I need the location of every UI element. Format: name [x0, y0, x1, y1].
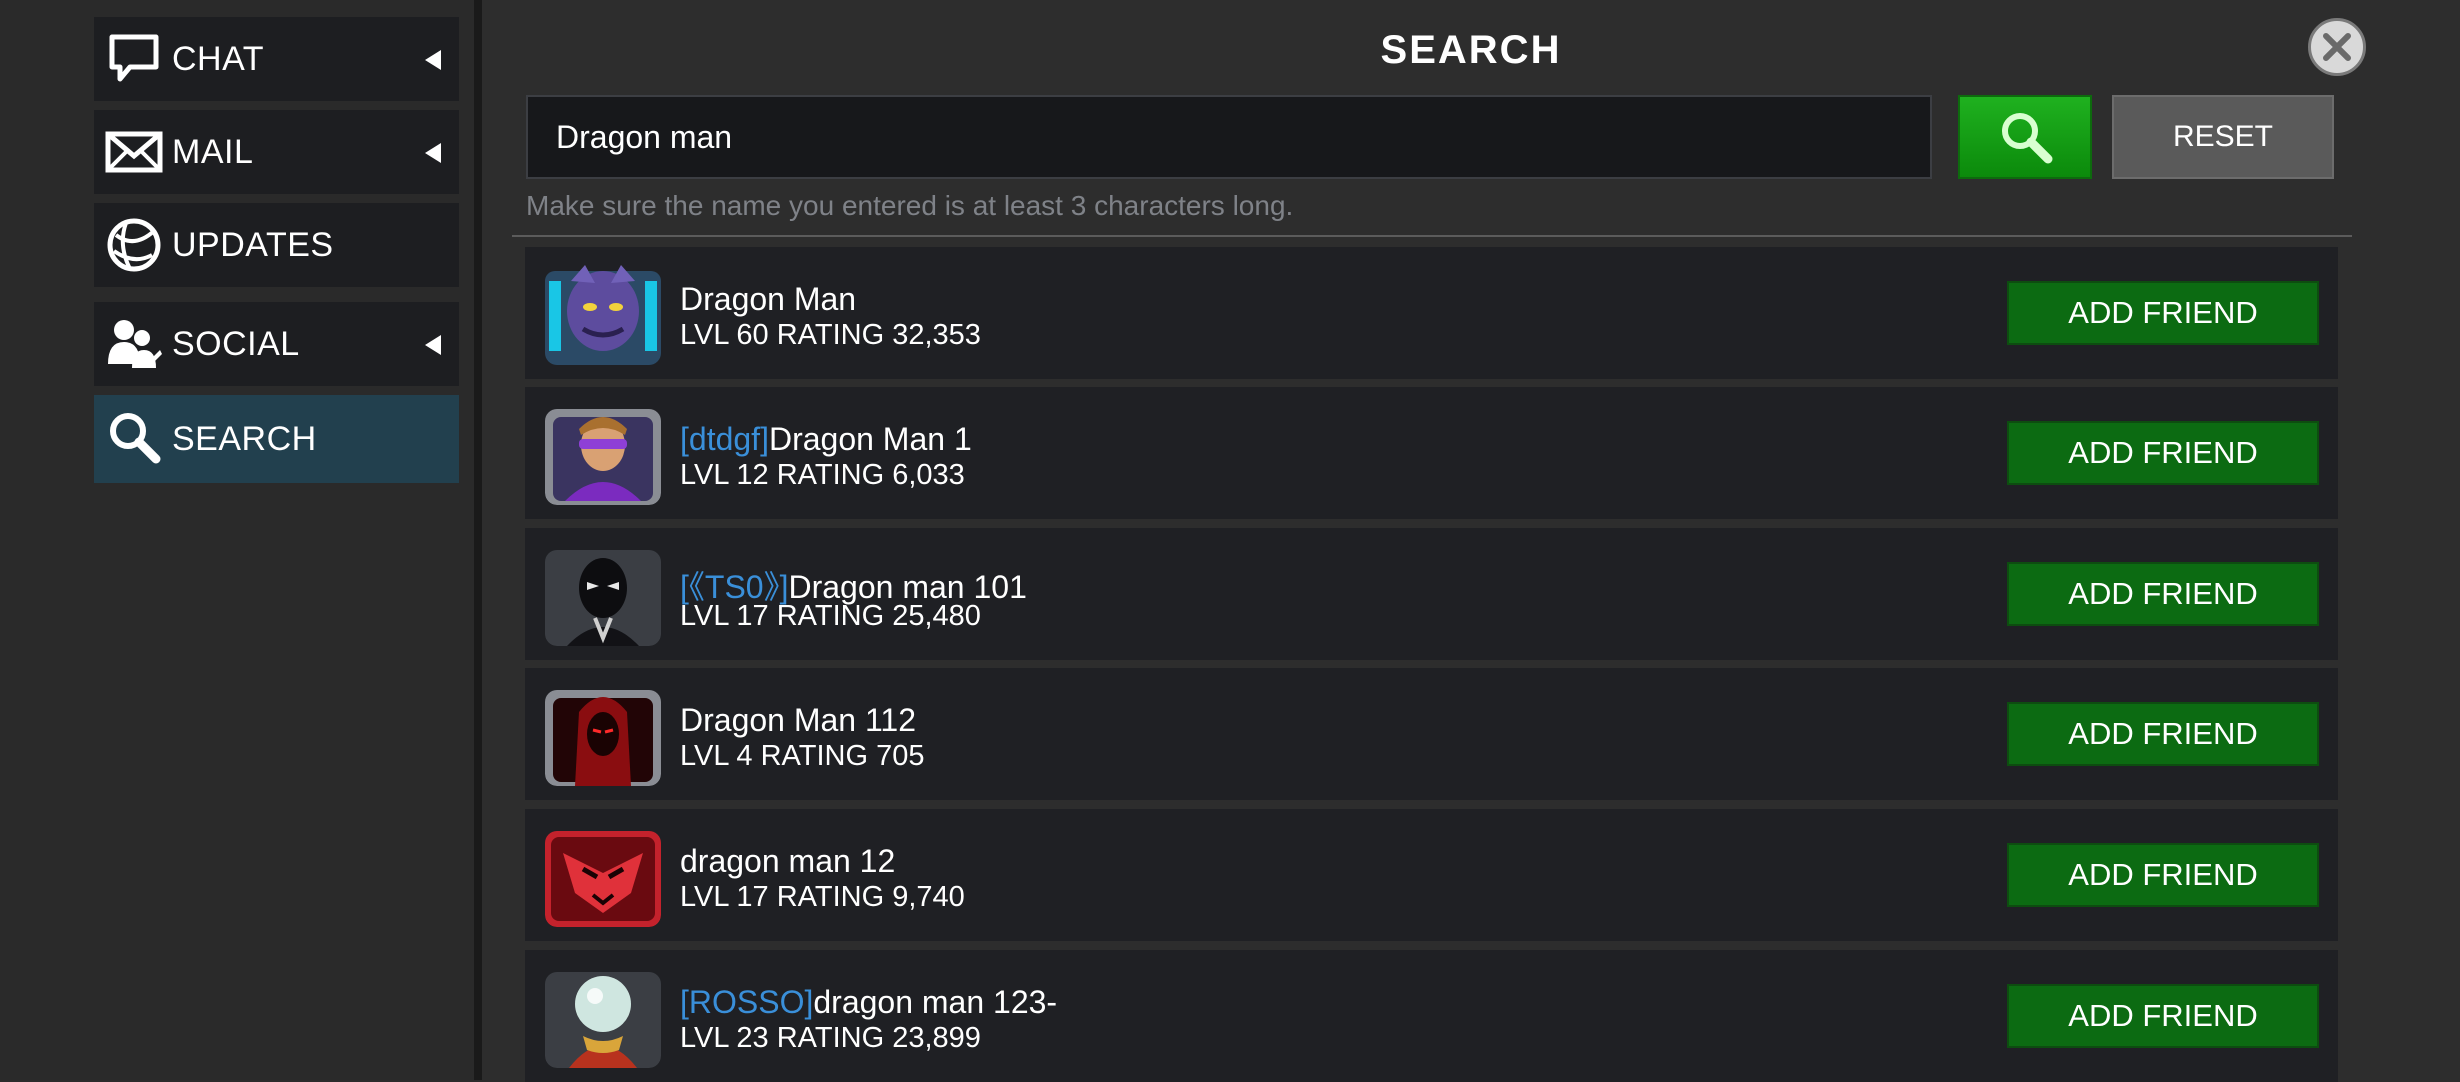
avatar: [545, 542, 661, 646]
sidebar-item-updates[interactable]: UPDATES: [94, 203, 459, 287]
result-row: Dragon Man LVL 60 RATING 32,353 ADD FRIE…: [525, 247, 2338, 379]
search-panel: SEARCH RESET Make sure the name you ente…: [482, 0, 2460, 1082]
result-row: [《TS0》]Dragon man 101 LVL 17 RATING 25,4…: [525, 528, 2338, 660]
magnifier-icon: [110, 413, 161, 464]
sidebar-item-social[interactable]: SOCIAL: [94, 302, 459, 386]
player-stats: LVL 60 RATING 32,353: [680, 319, 981, 351]
add-friend-button[interactable]: ADD FRIEND: [2007, 421, 2319, 485]
sidebar-item-label: SEARCH: [172, 419, 317, 458]
avatar: [545, 261, 661, 365]
player-name-text: Dragon Man 1: [768, 421, 972, 457]
player-stats: LVL 17 RATING 25,480: [680, 600, 981, 632]
player-name: Dragon Man: [680, 281, 856, 318]
search-button[interactable]: [1958, 95, 2092, 179]
chat-bubble-icon: [109, 34, 159, 82]
avatar: [545, 682, 661, 786]
search-input[interactable]: [526, 95, 1932, 179]
player-name-text: Dragon Man: [680, 281, 857, 317]
sidebar-item-label: CHAT: [172, 39, 265, 78]
player-name-text: Dragon Man 112: [680, 702, 916, 738]
player-name: Dragon Man 112: [680, 702, 916, 739]
player-name: [dtdgf]Dragon Man 1: [680, 421, 972, 458]
envelope-icon: [105, 131, 163, 173]
player-stats: LVL 17 RATING 9,740: [680, 881, 965, 913]
panel-divider: [474, 0, 482, 1080]
player-name: dragon man 12: [680, 843, 895, 880]
sidebar-item-label: UPDATES: [172, 225, 334, 264]
chevron-left-icon: [425, 335, 441, 355]
result-row: [ROSSO]dragon man 123- LVL 23 RATING 23,…: [525, 950, 2338, 1082]
chevron-left-icon: [425, 50, 441, 70]
player-name: [ROSSO]dragon man 123-: [680, 984, 1057, 1021]
globe-icon: [107, 218, 161, 272]
alliance-tag: [dtdgf]: [680, 421, 769, 457]
sidebar-item-chat[interactable]: CHAT: [94, 17, 459, 101]
add-friend-button[interactable]: ADD FRIEND: [2007, 984, 2319, 1048]
player-stats: LVL 4 RATING 705: [680, 740, 925, 772]
users-icon: [108, 320, 162, 368]
avatar: [545, 964, 661, 1068]
magnifier-icon: [2002, 113, 2053, 164]
search-hint: Make sure the name you entered is at lea…: [526, 190, 1294, 221]
player-name-text: dragon man 123-: [813, 984, 1058, 1020]
player-name-text: dragon man 12: [680, 843, 896, 879]
add-friend-button[interactable]: ADD FRIEND: [2007, 281, 2319, 345]
sidebar: CHAT MAIL UPDATES SOCIAL SEARCH: [0, 0, 476, 1080]
player-stats: LVL 12 RATING 6,033: [680, 459, 965, 491]
close-icon: [2323, 33, 2351, 61]
alliance-tag: [ROSSO]: [680, 984, 814, 1020]
page-title: SEARCH: [1380, 28, 1562, 72]
sidebar-item-search[interactable]: SEARCH: [94, 395, 459, 483]
sidebar-item-mail[interactable]: MAIL: [94, 110, 459, 194]
chevron-left-icon: [425, 143, 441, 163]
sidebar-item-label: SOCIAL: [172, 324, 300, 363]
result-row: dragon man 12 LVL 17 RATING 9,740 ADD FR…: [525, 809, 2338, 941]
reset-button[interactable]: RESET: [2112, 95, 2334, 179]
close-button[interactable]: [2308, 18, 2366, 76]
player-stats: LVL 23 RATING 23,899: [680, 1022, 981, 1054]
result-row: Dragon Man 112 LVL 4 RATING 705 ADD FRIE…: [525, 668, 2338, 800]
add-friend-button[interactable]: ADD FRIEND: [2007, 843, 2319, 907]
add-friend-button[interactable]: ADD FRIEND: [2007, 702, 2319, 766]
add-friend-button[interactable]: ADD FRIEND: [2007, 562, 2319, 626]
avatar: [545, 823, 661, 927]
result-row: [dtdgf]Dragon Man 1 LVL 12 RATING 6,033 …: [525, 387, 2338, 519]
divider: [512, 235, 2352, 237]
sidebar-item-label: MAIL: [172, 132, 254, 171]
avatar: [545, 401, 661, 505]
